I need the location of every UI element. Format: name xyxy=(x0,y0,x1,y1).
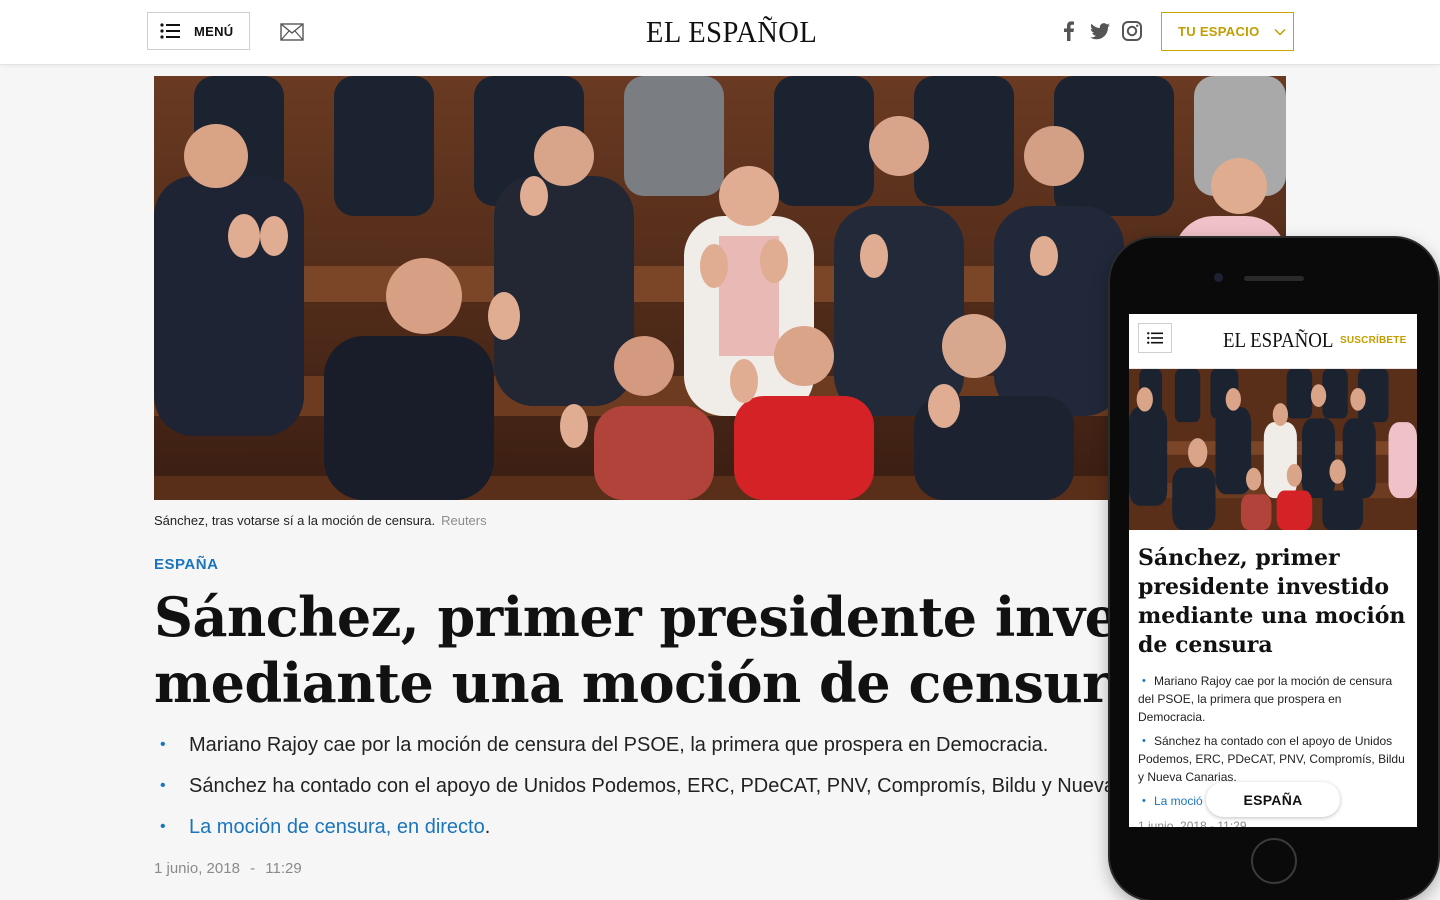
photo-caption: Sánchez, tras votarse sí a la moción de … xyxy=(154,513,487,528)
site-logo[interactable]: EL ESPAÑOL xyxy=(646,14,817,50)
date-text: 1 junio, 2018 xyxy=(154,860,240,877)
instagram-icon[interactable] xyxy=(1121,20,1143,42)
publish-date: 1 junio, 2018 - 11:29 xyxy=(154,860,302,877)
live-link-suffix: . xyxy=(484,816,491,838)
mobile-summary-item: Mariano Rajoy cae por la moción de censu… xyxy=(1138,672,1410,726)
mail-icon[interactable] xyxy=(280,23,304,41)
tu-espacio-label: TU ESPACIO xyxy=(1178,24,1260,39)
caption-text: Sánchez, tras votarse sí a la moción de … xyxy=(154,513,436,528)
section-label[interactable]: ESPAÑA xyxy=(154,556,218,573)
summary-item: Mariano Rajoy cae por la moción de censu… xyxy=(160,730,1120,771)
section-pill-button[interactable]: ESPAÑA xyxy=(1206,782,1340,817)
phone-screen: EL ESPAÑOL SUSCRÍBETE Sánchez, primer pr… xyxy=(1129,314,1417,827)
chevron-down-icon xyxy=(1273,28,1286,36)
tu-espacio-button[interactable]: TU ESPACIO xyxy=(1161,12,1294,51)
speaker-grille xyxy=(1244,276,1304,281)
menu-icon xyxy=(160,23,180,39)
live-link[interactable]: La moción de censura, en directo xyxy=(189,816,485,838)
mobile-header: EL ESPAÑOL SUSCRÍBETE xyxy=(1129,314,1417,369)
time-text: 11:29 xyxy=(265,860,302,877)
menu-icon xyxy=(1147,332,1163,344)
mobile-live-link[interactable]: La moció xyxy=(1154,794,1203,808)
summary-item-live: La moción de censura, en directo. xyxy=(160,812,1120,853)
photo-credit: Reuters xyxy=(441,513,487,528)
subscribe-link[interactable]: SUSCRÍBETE xyxy=(1340,335,1406,346)
mobile-summary-item: Sánchez ha contado con el apoyo de Unido… xyxy=(1138,732,1410,786)
date-separator: - xyxy=(250,860,256,877)
summary-list: Mariano Rajoy cae por la moción de censu… xyxy=(160,730,1120,853)
parliament-photo-thumb xyxy=(1129,369,1417,530)
menu-label: MENÚ xyxy=(194,23,234,39)
mobile-headline: Sánchez, primer presidente investido med… xyxy=(1138,545,1406,658)
mobile-logo[interactable]: EL ESPAÑOL xyxy=(1223,328,1333,353)
mobile-hero-photo[interactable] xyxy=(1129,369,1417,530)
twitter-icon[interactable] xyxy=(1089,20,1111,42)
mobile-publish-date: 1 junio, 2018 - 11:29 xyxy=(1138,819,1247,827)
phone-mockup: EL ESPAÑOL SUSCRÍBETE Sánchez, primer pr… xyxy=(1110,238,1438,900)
facebook-icon[interactable] xyxy=(1058,20,1080,42)
summary-item: Sánchez ha contado con el apoyo de Unido… xyxy=(160,771,1120,812)
menu-button[interactable]: MENÚ xyxy=(147,12,250,50)
home-button xyxy=(1251,838,1297,884)
mobile-menu-button[interactable] xyxy=(1138,323,1172,353)
site-header: MENÚ EL ESPAÑOL TU ESPACIO xyxy=(0,0,1440,65)
camera-icon xyxy=(1214,273,1223,282)
